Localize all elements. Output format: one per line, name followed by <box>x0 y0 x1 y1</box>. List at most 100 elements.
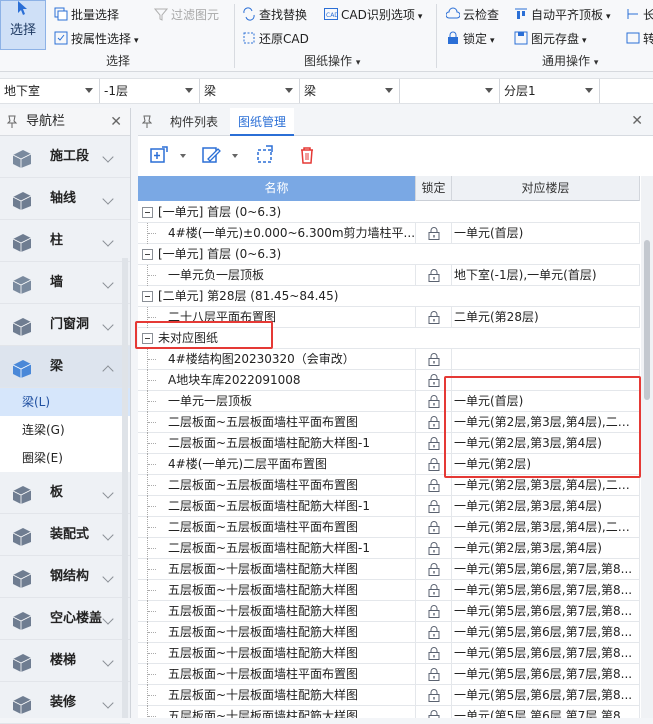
close-icon[interactable]: ✕ <box>631 113 643 129</box>
cad-options-button[interactable]: CAD CAD识别选项 ▾ <box>324 6 422 24</box>
floor-cell[interactable]: 一单元(第2层,第3层,第4层),二单... <box>454 475 640 496</box>
table-row[interactable]: 五层板面~十层板面墙柱配筋大样图 一单元(第5层,第6层,第7层,第8... <box>138 580 640 601</box>
lock-cell[interactable] <box>416 307 452 328</box>
table-row[interactable]: 五层板面~十层板面墙柱配筋大样图 一单元(第5层,第6层,第7层,第8... <box>138 622 640 643</box>
select-button[interactable]: 选择 <box>0 0 46 50</box>
lock-cell[interactable] <box>416 538 452 559</box>
group-row[interactable]: [一单元] 首层 (0~6.3) <box>138 202 640 223</box>
filter-shapes-button[interactable]: 过滤图元 <box>154 6 219 24</box>
pin-icon[interactable] <box>6 115 18 129</box>
floor-cell[interactable]: 一单元(第5层,第6层,第7层,第8... <box>454 580 640 601</box>
floor-cell[interactable]: 一单元(第5层,第6层,第7层,第8... <box>454 601 640 622</box>
table-row[interactable]: 二层板面~五层板面墙柱配筋大样图-1 一单元(第2层,第3层,第4层) <box>138 538 640 559</box>
floor-cell[interactable]: 一单元(第5层,第6层,第7层,第8... <box>454 664 640 685</box>
sidebar-subitem-2[interactable]: 圈梁(E) <box>0 444 130 472</box>
collapse-toggle-icon[interactable] <box>142 249 153 260</box>
sidebar-subitem-1[interactable]: 连梁(G) <box>0 416 130 444</box>
floor-cell[interactable]: 地下室(-1层),一单元(首层) <box>454 265 640 286</box>
floor-cell[interactable]: 一单元(第2层,第3层,第4层),二单... <box>454 517 640 538</box>
cloud-check-button[interactable]: 云检查 <box>446 6 499 24</box>
lock-cell[interactable] <box>416 496 452 517</box>
sidebar-item-3[interactable]: 墙 <box>0 262 130 304</box>
sidebar-item-9[interactable]: 空心楼盖 <box>0 598 130 640</box>
select-by-attr-button[interactable]: 按属性选择 ▾ <box>54 30 139 48</box>
floor-cell[interactable]: 一单元(第5层,第6层,第7层,第8... <box>454 643 640 664</box>
delete-icon[interactable] <box>296 144 318 166</box>
tab-component-list[interactable]: 构件列表 <box>162 108 226 136</box>
auto-align-button[interactable]: 自动平齐顶板 ▾ <box>514 6 611 24</box>
lock-cell[interactable] <box>416 601 452 622</box>
building-dropdown[interactable]: 地下室 <box>0 79 100 103</box>
floor-cell[interactable]: 一单元(第5层,第6层,第7层,第8... <box>454 622 640 643</box>
table-row[interactable]: 五层板面~十层板面墙柱配筋大样图 一单元(第5层,第6层,第7层,第8... <box>138 643 640 664</box>
dropdown-caret-icon[interactable] <box>232 154 238 158</box>
batch-select-button[interactable]: 批量选择 <box>54 6 119 24</box>
lock-cell[interactable] <box>416 475 452 496</box>
sidebar-item-6[interactable]: 板 <box>0 472 130 514</box>
tab-drawing-management[interactable]: 图纸管理 <box>230 108 295 136</box>
sidebar-item-8[interactable]: 钢结构 <box>0 556 130 598</box>
table-row[interactable]: 二层板面~五层板面墙柱平面布置图 一单元(第2层,第3层,第4层),二单... <box>138 517 640 538</box>
floor-cell[interactable]: 一单元(首层) <box>454 223 640 244</box>
navigation-scrollbar[interactable] <box>122 258 128 718</box>
table-row[interactable]: 二层板面~五层板面墙柱配筋大样图-1 一单元(第2层,第3层,第4层) <box>138 496 640 517</box>
lock-cell[interactable] <box>416 349 452 370</box>
edit-drawing-icon[interactable] <box>200 144 222 166</box>
collapse-toggle-icon[interactable] <box>142 291 153 302</box>
pin-icon[interactable] <box>142 115 152 129</box>
close-icon[interactable]: ✕ <box>110 108 122 136</box>
group-row[interactable]: [二单元] 第28层 (81.45~84.45) <box>138 286 640 307</box>
table-row[interactable]: 4#楼(一单元)±0.000~6.300m剪力墙柱平... 一单元(首层) <box>138 223 640 244</box>
column-header-floor[interactable]: 对应楼层 <box>452 176 640 201</box>
floor-cell[interactable]: 一单元(第2层,第3层,第4层) <box>454 496 640 517</box>
column-header-lock[interactable]: 锁定 <box>416 176 452 201</box>
sidebar-item-2[interactable]: 柱 <box>0 220 130 262</box>
table-row[interactable]: 一单元负一层顶板 地下室(-1层),一单元(首层) <box>138 265 640 286</box>
lock-cell[interactable] <box>416 223 452 244</box>
find-replace-button[interactable]: 查找替换 <box>242 6 307 24</box>
component-dropdown[interactable]: 梁 <box>300 79 400 103</box>
column-header-name[interactable]: 名称 <box>138 176 416 201</box>
extra-tool-button-2[interactable]: 转 <box>626 30 653 48</box>
table-scrollbar[interactable] <box>641 176 653 718</box>
add-drawing-icon[interactable] <box>148 144 170 166</box>
table-row[interactable]: 五层板面~十层板面墙柱配筋大样图 一单元(第5层,第6层,第7层,第8... <box>138 685 640 706</box>
floor-cell[interactable]: 二单元(第28层) <box>454 307 640 328</box>
table-row[interactable]: 4#楼结构图20230320（会审改） <box>138 349 640 370</box>
table-row[interactable]: 二层板面~五层板面墙柱平面布置图 一单元(第2层,第3层,第4层),二单... <box>138 475 640 496</box>
restore-cad-button[interactable]: 还原CAD <box>242 30 309 48</box>
lock-button[interactable]: 锁定 ▾ <box>446 30 495 48</box>
component-name-dropdown[interactable] <box>400 79 500 103</box>
dropdown-caret-icon[interactable] <box>180 154 186 158</box>
floor-cell[interactable]: 一单元(第5层,第6层,第7层,第8... <box>454 559 640 580</box>
sidebar-item-5[interactable]: 梁 <box>0 346 130 388</box>
scrollbar-thumb[interactable] <box>644 240 650 400</box>
lock-cell[interactable] <box>416 664 452 685</box>
lock-cell[interactable] <box>416 559 452 580</box>
floor-cell[interactable]: 一单元(第5层,第6层,第7层,第8... <box>454 685 640 706</box>
group-row[interactable]: [一单元] 首层 (0~6.3) <box>138 244 640 265</box>
table-row[interactable]: 五层板面~十层板面墙柱平面布置图 一单元(第5层,第6层,第7层,第8... <box>138 664 640 685</box>
sidebar-item-4[interactable]: 门窗洞 <box>0 304 130 346</box>
sidebar-subitem-0[interactable]: 梁(L) <box>0 388 130 416</box>
lock-cell[interactable] <box>416 685 452 706</box>
lock-cell[interactable] <box>416 622 452 643</box>
save-shapes-button[interactable]: 图元存盘 ▾ <box>514 30 587 48</box>
table-row[interactable]: 五层板面~十层板面墙柱配筋大样图 一单元(第5层,第6层,第7层,第8... <box>138 601 640 622</box>
extra-tool-button-1[interactable]: 长 <box>626 6 653 24</box>
floor-cell[interactable] <box>454 349 640 370</box>
sidebar-item-1[interactable]: 轴线 <box>0 178 130 220</box>
floor-dropdown[interactable]: -1层 <box>100 79 200 103</box>
floor-cell[interactable]: 一单元(第5层,第6层,第7层,第8... <box>454 706 640 718</box>
lock-cell[interactable] <box>416 580 452 601</box>
table-row[interactable]: 五层板面~十层板面墙柱配筋大样图 一单元(第5层,第6层,第7层,第8... <box>138 559 640 580</box>
lock-cell[interactable] <box>416 643 452 664</box>
sidebar-item-0[interactable]: 施工段 <box>0 136 130 178</box>
sidebar-item-7[interactable]: 装配式 <box>0 514 130 556</box>
lock-cell[interactable] <box>416 706 452 718</box>
split-drawing-icon[interactable] <box>254 144 276 166</box>
lock-cell[interactable] <box>416 517 452 538</box>
lock-cell[interactable] <box>416 265 452 286</box>
collapse-toggle-icon[interactable] <box>142 207 153 218</box>
component-type-dropdown[interactable]: 梁 <box>200 79 300 103</box>
